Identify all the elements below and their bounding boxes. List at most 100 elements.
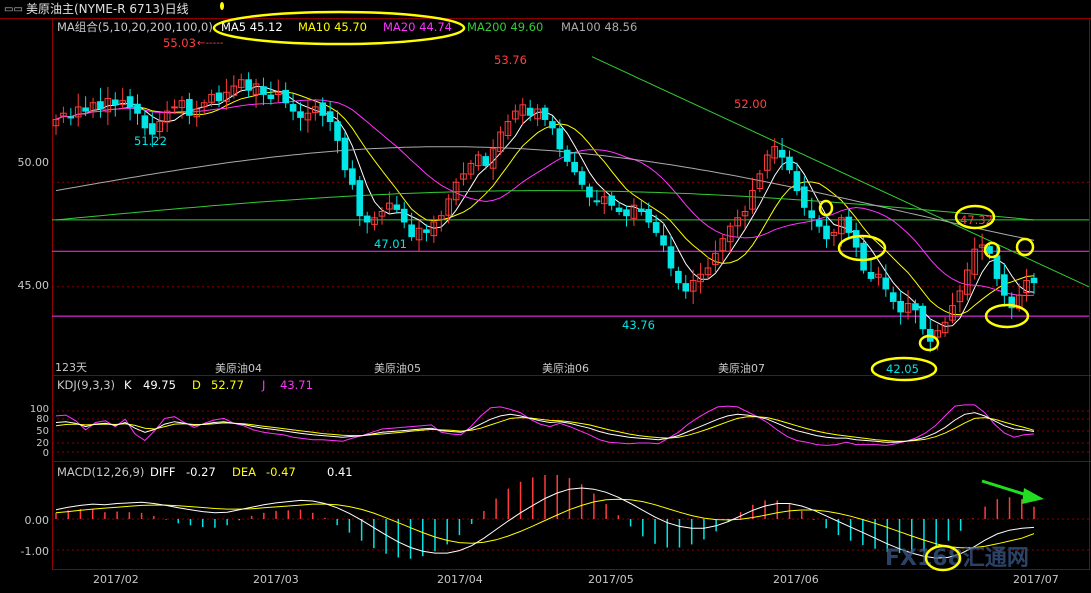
- candle-body: [1001, 274, 1008, 296]
- price-label-high-1: 55.03: [163, 36, 196, 50]
- candle-body: [356, 180, 364, 217]
- macd-dea-value: -0.47: [266, 465, 296, 479]
- ma20-legend: MA20 44.74: [383, 20, 452, 34]
- high-1-arrow: ←-----: [197, 38, 224, 49]
- contract-label-07: 美原油07: [718, 361, 765, 375]
- candle-body: [267, 94, 275, 100]
- candle-body: [897, 300, 904, 313]
- candle-body: [986, 246, 993, 254]
- candle-body: [149, 123, 156, 135]
- macd-diff-value: -0.27: [186, 465, 216, 479]
- period-days-label: 123天: [55, 361, 87, 374]
- candle-body: [349, 168, 356, 185]
- kline-chart[interactable]: ▭▭ 美原油主(NYME-R 6713)日线 MA组合(5,10,20,200,…: [0, 0, 1091, 593]
- ma200-legend: MA200 49.60: [467, 20, 543, 34]
- kdj-d-label: D: [192, 378, 201, 392]
- candle-body: [341, 137, 349, 171]
- candle-body: [82, 107, 89, 112]
- candle-body: [623, 209, 630, 217]
- candle-body: [334, 121, 341, 141]
- candle-body: [134, 103, 141, 114]
- kdj-tick-0: 0: [43, 448, 49, 459]
- candle-body: [67, 116, 75, 119]
- candle-body: [852, 230, 860, 248]
- annotation-layer: [212, 2, 1035, 572]
- candle-body: [801, 186, 808, 208]
- candle-body: [549, 121, 556, 129]
- ma5-legend: MA5 45.12: [221, 20, 283, 34]
- kdj-j-value: 43.71: [280, 378, 313, 392]
- candle-body: [638, 208, 645, 213]
- macd-dea-label: DEA: [232, 465, 256, 479]
- ma10-legend: MA10 45.70: [298, 20, 367, 34]
- candle-body: [563, 149, 571, 162]
- candle-body: [215, 92, 223, 102]
- macd-tick-0: 0.00: [25, 514, 50, 527]
- candle-body: [326, 111, 334, 123]
- candle-body: [141, 115, 149, 129]
- kdj-k-label: K: [124, 378, 132, 392]
- candle-body: [675, 270, 682, 284]
- kdj-label: KDJ(9,3,3): [57, 378, 115, 392]
- kdj-tick-80: 80: [36, 414, 49, 425]
- candle-body: [867, 272, 875, 279]
- candle-body: [786, 156, 793, 171]
- kdj-j-label: J: [261, 378, 265, 392]
- window-icon[interactable]: ▭▭: [4, 4, 23, 15]
- candle-body: [808, 210, 816, 219]
- candle-body: [1030, 277, 1038, 284]
- y-tick-50: 50.00: [18, 156, 50, 169]
- macd-label: MACD(12,26,9): [57, 465, 144, 479]
- kdj-d-line: [55, 416, 1035, 442]
- candle-body: [608, 195, 615, 206]
- price-label-low-4: 42.05: [886, 362, 919, 376]
- macd-tick-neg1: -1.00: [21, 545, 49, 558]
- ma20-line: [55, 99, 1035, 297]
- candle-body: [882, 277, 890, 290]
- candle-body: [363, 215, 371, 223]
- candle-body: [645, 209, 653, 223]
- candle-body: [586, 186, 593, 198]
- kdj-k-value: 49.75: [143, 378, 176, 392]
- macd-hist-value: 0.41: [327, 465, 353, 479]
- latest-candle-circle: [1015, 237, 1035, 257]
- candle-body: [912, 303, 919, 311]
- candle-body: [282, 89, 289, 104]
- price-label-low-2: 47.01: [374, 237, 407, 251]
- candle-body: [615, 207, 623, 213]
- chart-frame: [52, 18, 1090, 570]
- contract-label-04: 美原油04: [215, 361, 262, 375]
- candle-body: [171, 106, 178, 109]
- candle-body: [297, 111, 304, 118]
- kdj-d-value: 52.77: [211, 378, 244, 392]
- ma-combo-label: MA组合(5,10,20,200,100,0): [57, 20, 213, 34]
- candle-body: [541, 107, 549, 120]
- legend-dot-marker: [220, 2, 224, 10]
- candle-body: [919, 305, 927, 330]
- candle-body: [289, 104, 297, 112]
- x-label-2017-06: 2017/06: [773, 573, 819, 586]
- candle-body: [393, 204, 401, 210]
- x-label-2017-04: 2017/04: [437, 573, 483, 586]
- candle-body: [556, 128, 564, 150]
- candle-body: [652, 222, 660, 233]
- candle-body: [860, 242, 867, 271]
- contract-label-06: 美原油06: [542, 361, 589, 375]
- price-label-low-1: 51.22: [134, 134, 167, 148]
- candle-body: [408, 224, 415, 238]
- candle-body: [823, 225, 830, 240]
- candle-body: [889, 292, 897, 302]
- candle-body: [845, 216, 853, 233]
- candle-body: [126, 96, 134, 108]
- y-tick-45: 45.00: [18, 279, 50, 292]
- x-label-2017-03: 2017/03: [253, 573, 299, 586]
- price-label-high-3: 52.00: [734, 97, 767, 111]
- candle-body: [423, 229, 430, 233]
- candle-body: [993, 255, 1001, 279]
- candle-body: [186, 98, 193, 116]
- candle-body: [660, 235, 667, 246]
- macd-diff-label: DIFF: [150, 465, 175, 479]
- candle-body: [260, 86, 267, 95]
- candle-body: [400, 208, 408, 223]
- candle-body: [526, 107, 534, 116]
